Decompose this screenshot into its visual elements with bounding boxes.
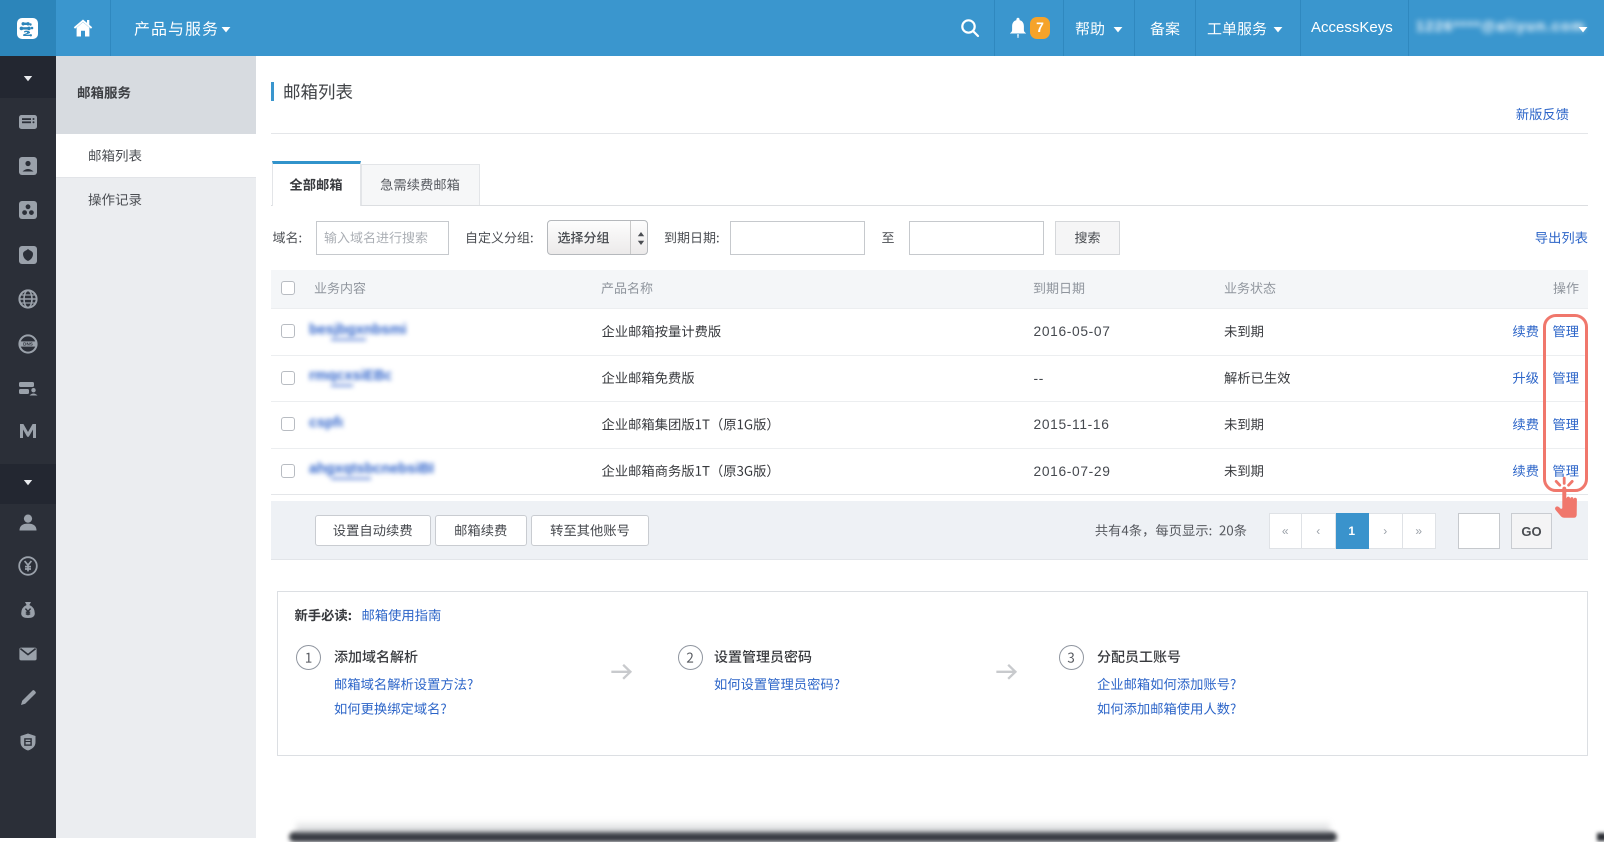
svg-text:DNS: DNS: [23, 341, 33, 346]
